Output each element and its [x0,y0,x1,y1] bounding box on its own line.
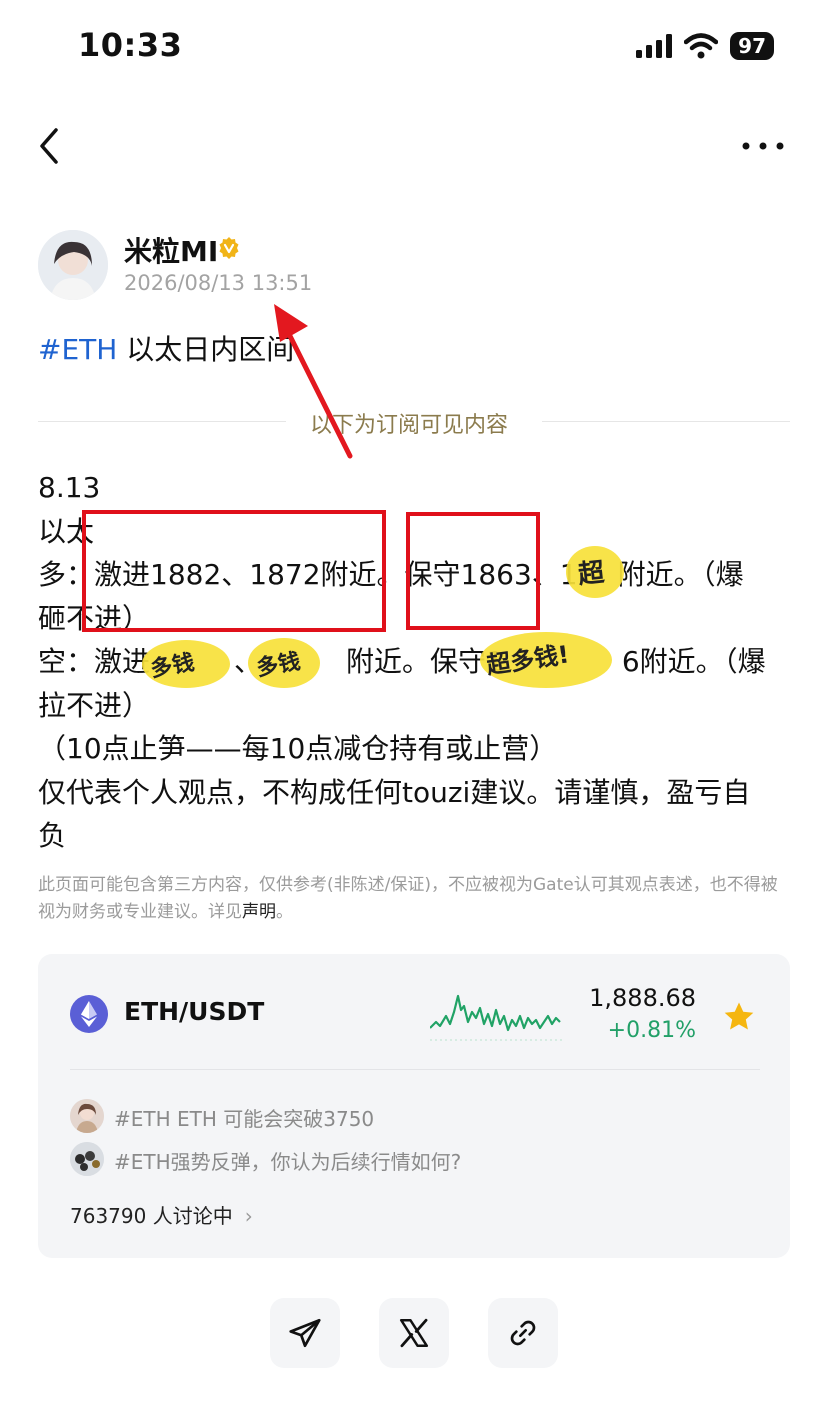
topic-link[interactable]: #ETH ETH 可能会突破3750 [114,1103,374,1132]
link-icon [510,1320,536,1346]
wifi-icon [684,33,719,59]
divider-right [542,421,790,422]
highlight-box [82,510,386,632]
body-line: 仅代表个人观点，不构成任何touzi建议。请谨慎，盈亏自 [38,775,751,809]
back-icon[interactable] [36,122,76,170]
topic-avatar [70,1142,104,1176]
last-price: 1,888.68 [589,984,696,1012]
discussion-count[interactable]: 763790 人讨论中 › [70,1200,253,1229]
telegram-icon [289,1318,321,1348]
hashtag-link[interactable]: #ETH [38,333,117,366]
annotation-arrow-icon [274,304,353,459]
x-icon [399,1318,429,1348]
author-name[interactable]: 米粒MI [124,230,218,270]
more-icon[interactable] [738,128,788,164]
author-avatar[interactable] [38,230,108,300]
card-divider [70,1069,760,1070]
price-change: +0.81% [607,1018,696,1043]
eth-logo-icon [70,995,108,1033]
share-x-button[interactable] [379,1298,449,1368]
share-telegram-button[interactable] [270,1298,340,1368]
trading-pair-name[interactable]: ETH/USDT [124,997,264,1026]
topic-avatar [70,1099,104,1133]
copy-link-button[interactable] [488,1298,558,1368]
favorite-star-icon[interactable] [722,1000,756,1034]
body-line: （10点止笋——每10点减仓持有或止营） [38,732,558,765]
post-timestamp: 2026/08/13 13:51 [124,271,313,295]
post-title: #ETH 以太日内区间 [38,328,294,368]
verified-badge-icon [219,237,239,259]
statement-link[interactable]: 声明 [242,902,276,922]
battery-indicator: 97 [730,32,774,60]
chevron-right-icon: › [244,1204,253,1228]
sticker-text: 超 [576,557,606,591]
divider-left [38,421,286,422]
topic-link[interactable]: #ETH强势反弹，你认为后续行情如何? [114,1146,461,1175]
body-line: 负 [38,819,67,852]
price-sparkline [430,994,562,1041]
signal-icon [636,34,673,58]
status-icons: 97 [636,32,774,60]
highlight-box [406,512,540,630]
body-line: 拉不进） [38,688,151,722]
status-time: 10:33 [78,26,183,64]
third-party-disclaimer: 此页面可能包含第三方内容，仅供参考(非陈述/保证)，不应被视为Gate认可其观点… [38,875,778,922]
body-line: 8.13 [38,471,101,504]
